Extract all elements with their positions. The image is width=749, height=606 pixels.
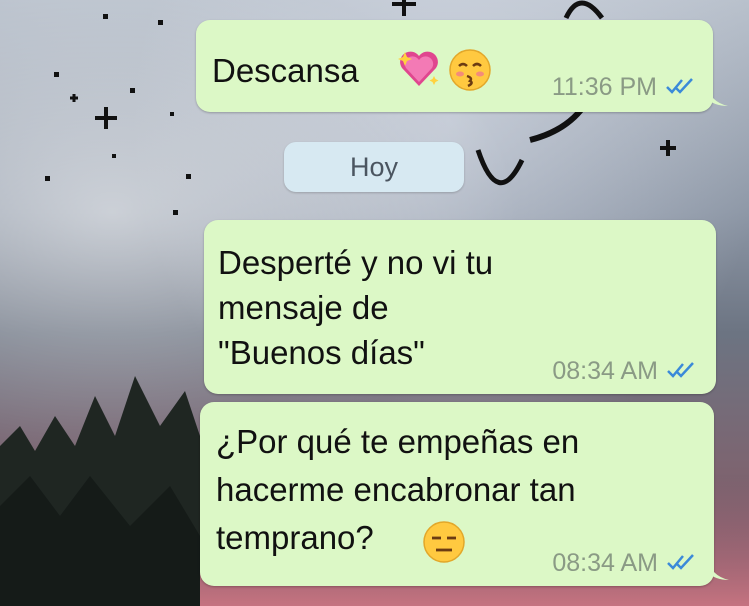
bubble-tail: [706, 84, 728, 106]
message-text: ¿Por qué te empeñas en hacerme encabrona…: [216, 423, 580, 556]
read-ticks-icon: [665, 73, 695, 102]
message-timestamp: 11:36 PM: [551, 73, 657, 101]
message-meta: 11:36 PM: [552, 73, 695, 102]
bubble-tail: [707, 558, 729, 580]
date-separator: Hoy: [284, 142, 464, 192]
message-bubble[interactable]: Desperté y no vi tu mensaje de "Buenos d…: [204, 220, 716, 394]
sparkling-heart-icon: [396, 46, 442, 97]
read-ticks-icon: [666, 357, 696, 386]
kissing-face-closed-eyes-icon: [448, 48, 492, 97]
message-text: Desperté y no vi tu mensaje de "Buenos d…: [218, 244, 494, 371]
message-bubble[interactable]: Descansa 11:36 PM: [196, 20, 713, 112]
date-separator-label: Hoy: [349, 151, 398, 182]
message-bubble[interactable]: ¿Por qué te empeñas en hacerme encabrona…: [200, 402, 714, 586]
message-text: Descansa: [212, 52, 359, 89]
expressionless-face-icon: [422, 520, 466, 569]
message-timestamp: 08:34 AM: [552, 549, 658, 577]
read-ticks-icon: [666, 549, 696, 578]
message-timestamp: 08:34 AM: [552, 357, 658, 385]
message-meta: 08:34 AM: [552, 549, 696, 578]
message-meta: 08:34 AM: [552, 357, 696, 386]
